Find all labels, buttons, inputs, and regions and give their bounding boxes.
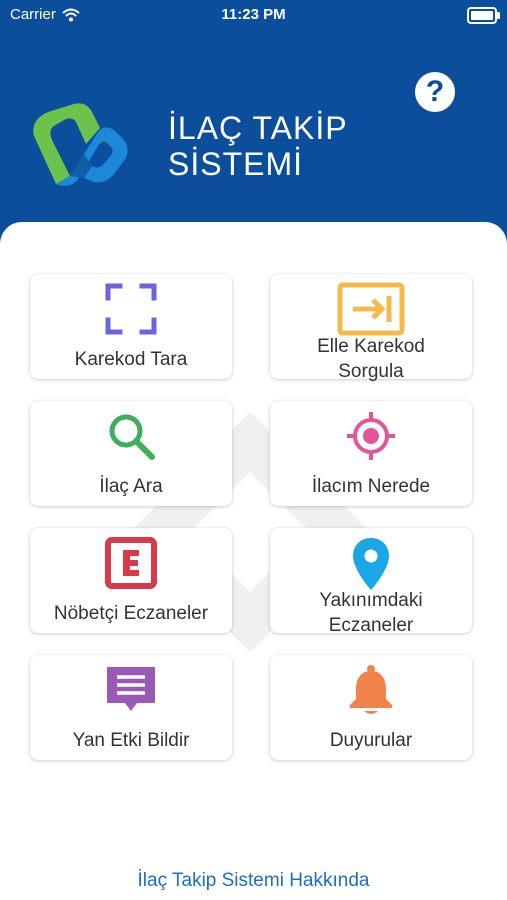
app-title-line1: İLAÇ TAKİP (168, 110, 348, 146)
battery-fill (471, 11, 493, 20)
about-link[interactable]: İlaç Takip Sistemi Hakkında (0, 870, 507, 892)
manual-query-button[interactable]: Elle Karekod Sorgula (270, 274, 472, 382)
status-bar: Carrier 11:23 PM (0, 0, 507, 32)
battery-icon (467, 7, 500, 24)
manual-entry-icon (337, 282, 405, 336)
on-duty-pharmacies-button[interactable]: Nöbetçi Eczaneler (30, 528, 232, 633)
nearby-pharmacies-label: Yakınımdaki Eczaneler (276, 588, 466, 638)
report-side-effect-label: Yan Etki Bildir (72, 730, 190, 751)
nearby-pharmacies-label-line1: Yakınımdaki (319, 590, 423, 611)
on-duty-pharmacies-label: Nöbetçi Eczaneler (53, 603, 209, 624)
target-icon (347, 412, 395, 460)
drug-search-label: İlaç Ara (99, 476, 163, 497)
scan-frame-icon (105, 283, 157, 335)
nearby-pharmacies-button[interactable]: Yakınımdaki Eczaneler (270, 528, 472, 636)
help-button[interactable]: ? (415, 72, 455, 112)
announcements-button[interactable]: Duyurular (270, 655, 472, 760)
manual-query-label-line1: Elle Karekod (317, 336, 425, 357)
manual-query-label-line2: Sorgula (338, 361, 404, 382)
drug-search-button[interactable]: İlaç Ara (30, 401, 232, 506)
pharmacy-e-icon (105, 537, 157, 589)
report-side-effect-button[interactable]: Yan Etki Bildir (30, 655, 232, 760)
announcements-label: Duyurular (329, 730, 413, 751)
where-is-my-drug-label: İlacım Nerede (311, 476, 431, 497)
location-pin-icon (353, 538, 389, 590)
scan-qr-label: Karekod Tara (74, 349, 188, 370)
status-time: 11:23 PM (221, 6, 286, 23)
nearby-pharmacies-label-line2: Eczaneler (328, 615, 414, 636)
app-logo (33, 103, 128, 186)
message-icon (107, 667, 155, 711)
app-title: İLAÇ TAKİP SİSTEMİ (168, 110, 348, 182)
main-panel: Karekod Tara Elle Karekod Sorgula İlaç A… (0, 222, 507, 900)
scan-qr-button[interactable]: Karekod Tara (30, 274, 232, 379)
bell-icon (350, 665, 392, 714)
where-is-my-drug-button[interactable]: İlacım Nerede (270, 401, 472, 506)
manual-query-label: Elle Karekod Sorgula (276, 334, 466, 384)
search-icon (109, 414, 155, 460)
app-title-line2: SİSTEMİ (168, 146, 304, 182)
